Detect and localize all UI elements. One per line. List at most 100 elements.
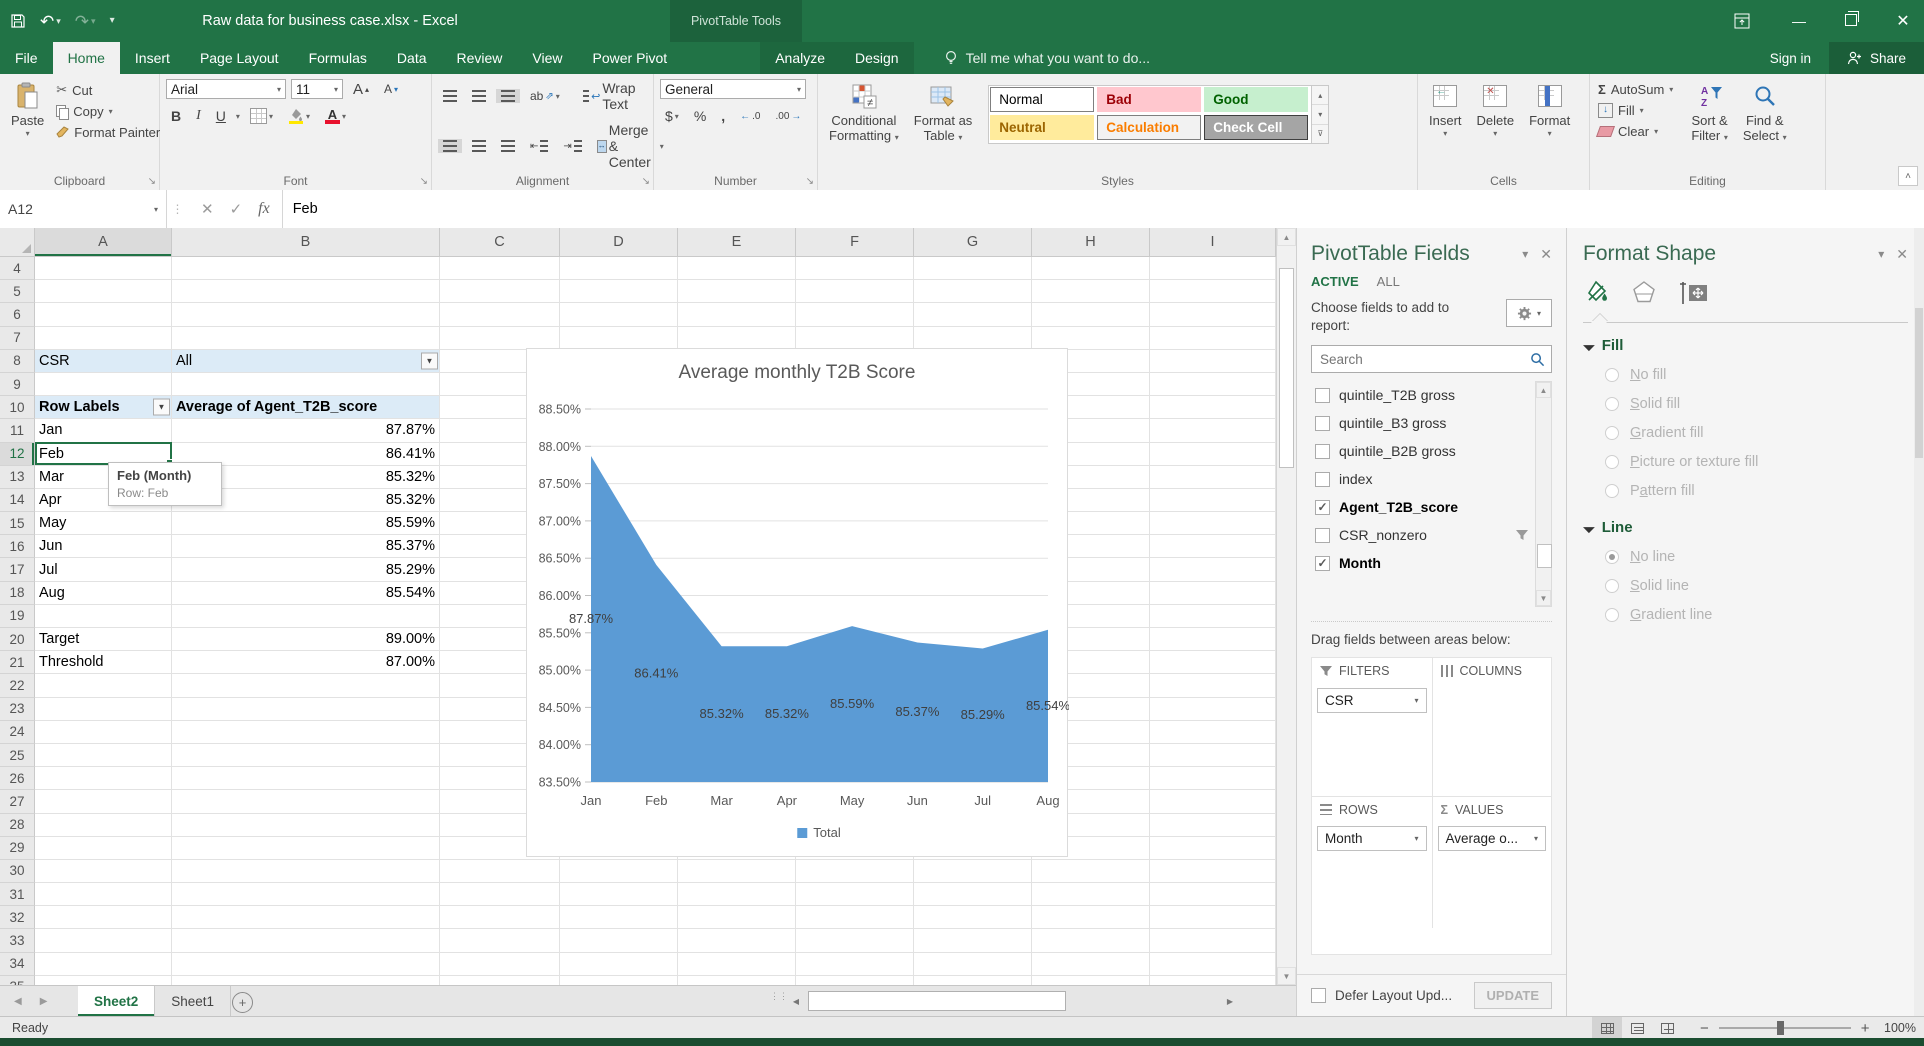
restore-button[interactable] xyxy=(1838,13,1864,29)
area-chip-month[interactable]: Month▾ xyxy=(1317,826,1427,851)
row-header-23[interactable]: 23 xyxy=(0,698,35,721)
field-item-csr-nonzero[interactable]: CSR_nonzero xyxy=(1311,521,1552,549)
cell-I19[interactable] xyxy=(1150,605,1276,628)
close-button[interactable]: ✕ xyxy=(1890,11,1916,31)
cell-dropdown-icon[interactable]: ▼ xyxy=(421,352,438,369)
page-layout-view-button[interactable] xyxy=(1622,1017,1652,1039)
cell-B19[interactable] xyxy=(172,605,440,628)
cancel-entry-icon[interactable]: ✕ xyxy=(201,200,214,218)
cell-G31[interactable] xyxy=(914,883,1032,906)
percent-style-button[interactable]: % xyxy=(689,107,711,125)
cell-B30[interactable] xyxy=(172,860,440,883)
italic-button[interactable]: I xyxy=(191,107,206,125)
clear-button[interactable]: Clear▾ xyxy=(1596,123,1675,140)
field-checkbox[interactable]: ✓ xyxy=(1315,556,1330,571)
cell-I32[interactable] xyxy=(1150,906,1276,929)
row-header-29[interactable]: 29 xyxy=(0,837,35,860)
collapse-ribbon-icon[interactable]: ˄ xyxy=(1898,166,1918,186)
gallery-down-icon[interactable]: ▾ xyxy=(1312,105,1328,124)
cell-I8[interactable] xyxy=(1150,350,1276,373)
cell-I5[interactable] xyxy=(1150,280,1276,303)
row-header-11[interactable]: 11 xyxy=(0,419,35,442)
cell-B17[interactable]: 85.29% xyxy=(172,558,440,581)
cell-H30[interactable] xyxy=(1032,860,1150,883)
chip-dropdown-icon[interactable]: ▾ xyxy=(1534,834,1538,843)
cell-I27[interactable] xyxy=(1150,790,1276,813)
cell-A24[interactable] xyxy=(35,721,172,744)
update-button[interactable]: UPDATE xyxy=(1474,982,1552,1009)
cell-H6[interactable] xyxy=(1032,303,1150,326)
vertical-scroll-thumb[interactable] xyxy=(1279,268,1294,468)
cell-I23[interactable] xyxy=(1150,698,1276,721)
cell-A27[interactable] xyxy=(35,790,172,813)
row-header-8[interactable]: 8 xyxy=(0,350,35,373)
cell-H35[interactable] xyxy=(1032,976,1150,985)
cell-I13[interactable] xyxy=(1150,466,1276,489)
cell-H4[interactable] xyxy=(1032,257,1150,280)
autosum-button[interactable]: ΣAutoSum▾ xyxy=(1596,81,1675,98)
cell-I16[interactable] xyxy=(1150,535,1276,558)
cell-D32[interactable] xyxy=(560,906,678,929)
cell-F35[interactable] xyxy=(796,976,914,985)
align-right-button[interactable] xyxy=(496,139,520,153)
cell-C4[interactable] xyxy=(440,257,560,280)
new-sheet-button[interactable]: + xyxy=(232,992,253,1013)
field-item-agent-t2b-score[interactable]: ✓Agent_T2B_score xyxy=(1311,493,1552,521)
cell-B7[interactable] xyxy=(172,327,440,350)
cell-D5[interactable] xyxy=(560,280,678,303)
cell-B23[interactable] xyxy=(172,698,440,721)
cell-A9[interactable] xyxy=(35,373,172,396)
minimize-button[interactable]: — xyxy=(1786,13,1812,29)
format-pane-scrollbar[interactable] xyxy=(1914,228,1924,1016)
delete-cells-button[interactable]: ✕ Delete▾ xyxy=(1472,79,1520,140)
normal-view-button[interactable] xyxy=(1592,1017,1622,1039)
cell-B34[interactable] xyxy=(172,953,440,976)
customize-qat-button[interactable]: ▾ xyxy=(110,16,115,26)
row-header-28[interactable]: 28 xyxy=(0,814,35,837)
row-header-27[interactable]: 27 xyxy=(0,790,35,813)
cell-B15[interactable]: 85.59% xyxy=(172,512,440,535)
cell-F30[interactable] xyxy=(796,860,914,883)
cell-A16[interactable]: Jun xyxy=(35,535,172,558)
cell-B6[interactable] xyxy=(172,303,440,326)
bold-button[interactable]: B xyxy=(166,107,186,125)
pane-options-icon[interactable]: ▾ xyxy=(1522,247,1528,261)
cell-A28[interactable] xyxy=(35,814,172,837)
field-search-box[interactable] xyxy=(1311,345,1552,373)
cell-C33[interactable] xyxy=(440,929,560,952)
cell-A10[interactable]: Row Labels▼ xyxy=(35,396,172,419)
tab-insert[interactable]: Insert xyxy=(120,42,185,74)
sign-in-link[interactable]: Sign in xyxy=(1770,51,1811,66)
select-all-corner[interactable] xyxy=(0,228,35,256)
format-cells-button[interactable]: Format▾ xyxy=(1524,79,1575,140)
field-search-input[interactable] xyxy=(1318,351,1530,368)
column-header-D[interactable]: D xyxy=(560,228,678,256)
cell-E7[interactable] xyxy=(678,327,796,350)
scroll-left-icon[interactable]: ◀ xyxy=(788,991,804,1011)
formula-input[interactable]: Feb xyxy=(283,190,1924,228)
column-header-H[interactable]: H xyxy=(1032,228,1150,256)
cell-G6[interactable] xyxy=(914,303,1032,326)
format-pane-close-icon[interactable]: ✕ xyxy=(1896,246,1908,263)
tab-design[interactable]: Design xyxy=(840,42,914,74)
row-header-5[interactable]: 5 xyxy=(0,280,35,303)
conditional-formatting-button[interactable]: ≠ Conditional Formatting ▾ xyxy=(824,79,904,146)
cell-B25[interactable] xyxy=(172,744,440,767)
cell-B31[interactable] xyxy=(172,883,440,906)
vertical-scrollbar[interactable]: ▲ ▼ xyxy=(1276,228,1296,985)
row-header-12[interactable]: 12 xyxy=(0,443,35,466)
tab-data[interactable]: Data xyxy=(382,42,442,74)
cell-I12[interactable] xyxy=(1150,443,1276,466)
increase-indent-button[interactable]: ⇥ xyxy=(558,139,586,153)
cell-C7[interactable] xyxy=(440,327,560,350)
option-pattern-fill[interactable]: Pattern fill xyxy=(1583,476,1908,505)
cell-D6[interactable] xyxy=(560,303,678,326)
increase-font-icon[interactable]: A▴ xyxy=(348,80,374,99)
cell-B4[interactable] xyxy=(172,257,440,280)
cell-A21[interactable]: Threshold xyxy=(35,651,172,674)
cell-G7[interactable] xyxy=(914,327,1032,350)
cell-style-bad[interactable]: Bad xyxy=(1097,87,1201,112)
area-chip-csr[interactable]: CSR▾ xyxy=(1317,688,1427,713)
zoom-slider[interactable] xyxy=(1719,1027,1851,1029)
cell-C30[interactable] xyxy=(440,860,560,883)
